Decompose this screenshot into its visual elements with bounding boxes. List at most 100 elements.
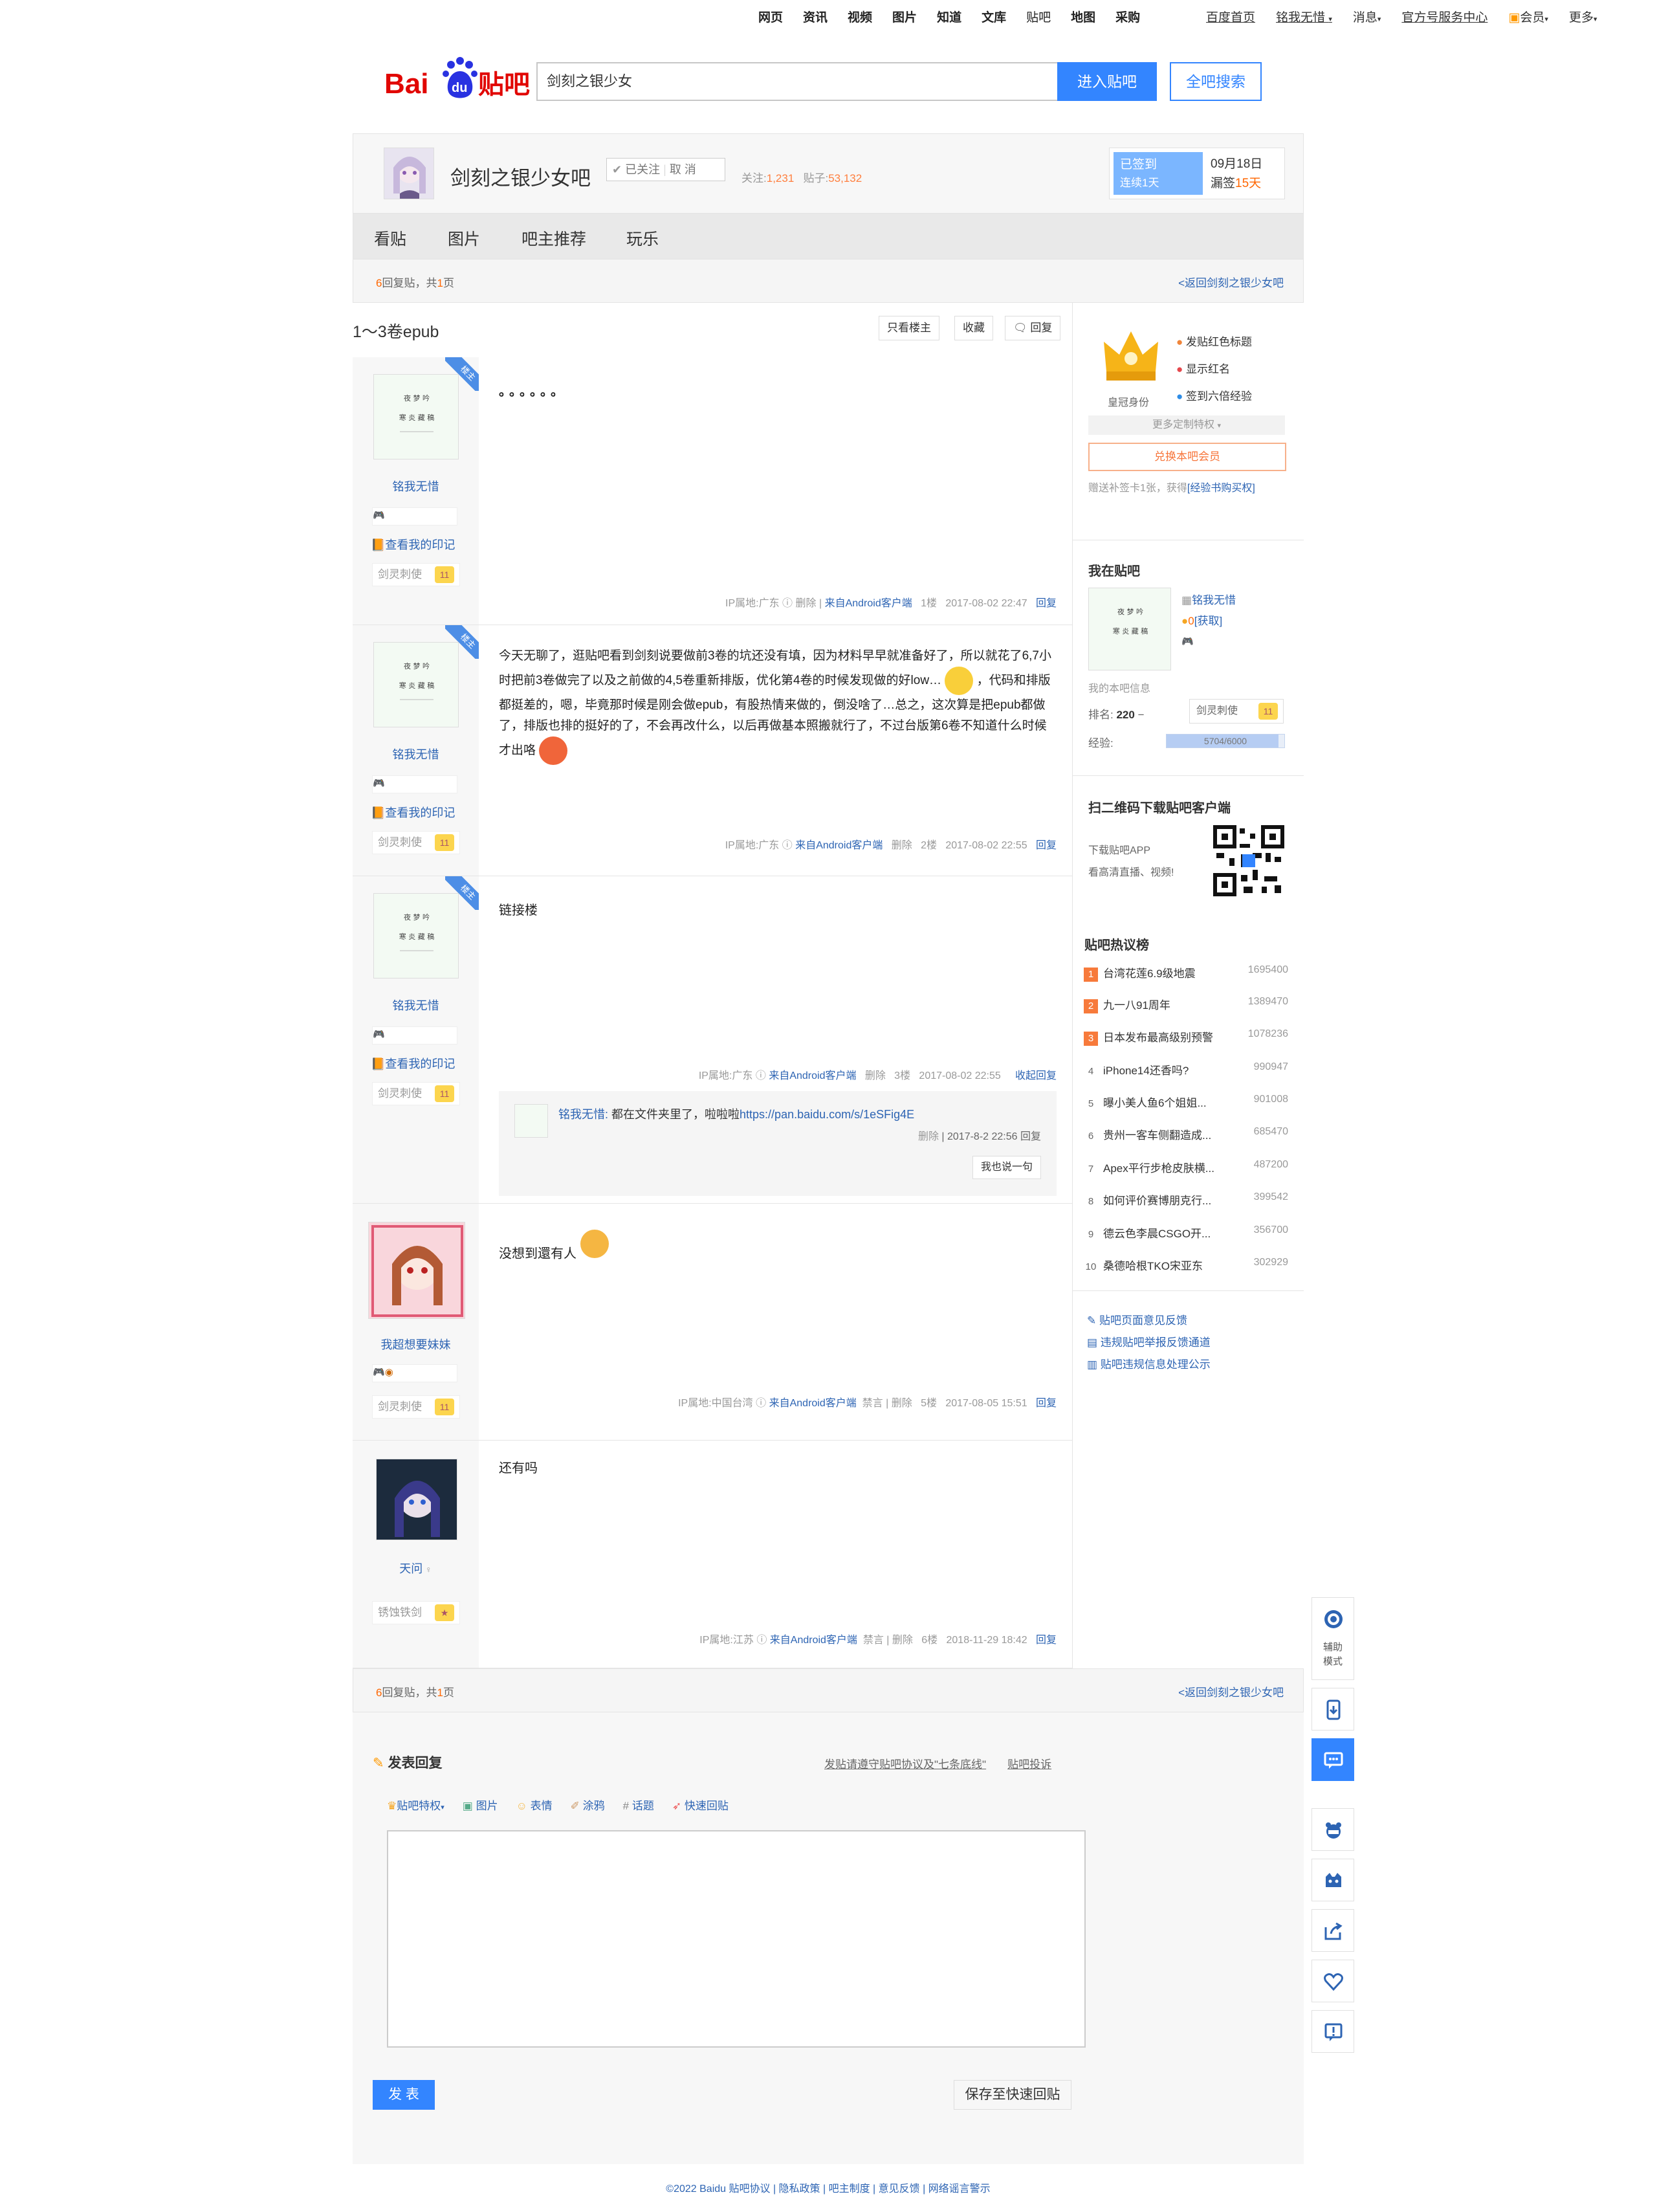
seal-link[interactable]: 📙查看我的印记 xyxy=(371,536,455,553)
nav-link[interactable]: 图片 xyxy=(892,8,917,25)
nav-link[interactable]: 地图 xyxy=(1071,8,1095,25)
feedback-link[interactable]: ✎ 贴吧页面意见反馈 xyxy=(1087,1310,1211,1332)
reply-link[interactable]: 回复 xyxy=(1036,598,1057,609)
avatar[interactable] xyxy=(368,1222,465,1319)
toolbar-privilege[interactable]: ♛贴吧特权▾ xyxy=(387,1797,444,1813)
report-float-button[interactable] xyxy=(1311,2010,1354,2053)
nav-link[interactable]: 资讯 xyxy=(803,8,828,25)
search-input[interactable]: 剑刻之银少女 xyxy=(536,62,1057,101)
delete-link[interactable]: 删除 xyxy=(865,1070,886,1081)
submit-button[interactable]: 发 表 xyxy=(373,2080,435,2110)
nav-link[interactable]: 文库 xyxy=(982,8,1006,25)
username[interactable]: 铭我无惜 xyxy=(353,746,479,762)
collect-button[interactable]: 收藏 xyxy=(954,316,993,340)
level-badge[interactable]: 剑灵刺使 11 xyxy=(372,1082,460,1105)
tab-posts[interactable]: 看贴 xyxy=(374,227,406,250)
toolbar-image[interactable]: ▣ 图片 xyxy=(463,1797,498,1813)
level-badge[interactable]: 剑灵刺使 11 xyxy=(372,831,460,854)
favorite-float-button[interactable] xyxy=(1311,1960,1354,2002)
user-menu[interactable]: 铭我无惜 ▾ xyxy=(1276,8,1332,25)
hot-item[interactable]: 2 九一八91周年 1389470 xyxy=(1084,996,1288,1013)
reply-textarea[interactable] xyxy=(387,1830,1086,2048)
vip-menu[interactable]: ▣会员▾ xyxy=(1508,8,1548,25)
username[interactable]: 我超想要妹妹 xyxy=(353,1336,479,1353)
more-menu[interactable]: 更多▾ xyxy=(1569,8,1597,25)
username[interactable]: 铭我无惜 xyxy=(353,997,479,1013)
avatar[interactable]: 夜 梦 吟寒 炎 藏 稿 xyxy=(373,374,459,459)
hot-item[interactable]: 4 iPhone14还香吗? 990947 xyxy=(1084,1061,1288,1079)
qr-code-icon[interactable] xyxy=(1213,824,1285,897)
my-avatar[interactable]: 夜 梦 吟寒 炎 藏 稿 xyxy=(1088,588,1171,670)
perk-item[interactable]: ● 签到六倍经验 xyxy=(1176,383,1252,410)
mobile-app-button[interactable] xyxy=(1311,1688,1354,1731)
message-menu[interactable]: 消息▾ xyxy=(1353,8,1381,25)
client-source-link[interactable]: 来自Android客户端 xyxy=(770,1635,857,1646)
nav-link[interactable]: 知道 xyxy=(937,8,961,25)
avatar[interactable]: 夜 梦 吟寒 炎 藏 稿 xyxy=(373,893,459,979)
baidu-tieba-logo[interactable]: Bai du 贴吧 xyxy=(384,53,533,102)
only-author-button[interactable]: 只看楼主 xyxy=(879,316,939,340)
client-source-link[interactable]: 来自Android客户端 xyxy=(769,1070,856,1081)
home-link[interactable]: 百度首页 xyxy=(1206,8,1255,25)
toolbar-topic[interactable]: # 话题 xyxy=(623,1797,654,1813)
level-badge[interactable]: 锈蚀铁剑 ★ xyxy=(372,1601,460,1624)
nav-link[interactable]: 贴吧 xyxy=(1026,8,1051,25)
avatar[interactable]: 夜 梦 吟寒 炎 藏 稿 xyxy=(373,642,459,727)
delete-link[interactable]: 删除 xyxy=(796,598,817,609)
seal-link[interactable]: 📙查看我的印记 xyxy=(371,1055,455,1072)
perk-item[interactable]: ● 显示红名 xyxy=(1176,356,1252,383)
hot-item[interactable]: 9 德云色李晨CSGO开... 356700 xyxy=(1084,1224,1288,1242)
add-comment-button[interactable]: 我也说一句 xyxy=(972,1156,1041,1179)
complain-link[interactable]: 贴吧投诉 xyxy=(1007,1758,1051,1771)
hot-item[interactable]: 10 桑德哈根TKO宋亚东 302929 xyxy=(1084,1257,1288,1274)
my-username[interactable]: 铭我无惜 xyxy=(1192,594,1236,606)
my-level-badge[interactable]: 剑灵刺使 11 xyxy=(1189,699,1284,724)
seal-link[interactable]: 📙查看我的印记 xyxy=(371,804,455,821)
follow-toggle[interactable]: ✔ 已关注 | 取 消 xyxy=(606,158,725,181)
delete-link[interactable]: 删除 xyxy=(918,1131,939,1142)
tab-recommend[interactable]: 吧主推荐 xyxy=(521,227,586,250)
sub-reply-avatar[interactable] xyxy=(514,1104,548,1138)
username[interactable]: 天问 ♀ xyxy=(353,1560,479,1576)
ban-link[interactable]: 禁言 xyxy=(862,1398,883,1409)
level-badge[interactable]: 剑灵刺使 11 xyxy=(372,563,460,586)
toolbar-quick-reply[interactable]: ➶ 快速回贴 xyxy=(672,1797,729,1813)
exchange-vip-button[interactable]: 兑换本吧会员 xyxy=(1088,443,1286,471)
forum-avatar[interactable] xyxy=(384,148,434,199)
client-source-link[interactable]: 来自Android客户端 xyxy=(795,840,883,851)
reply-link[interactable]: 回复 xyxy=(1036,840,1057,851)
reply-link[interactable]: 回复 xyxy=(1036,1635,1057,1646)
toolbar-emoji[interactable]: ☺ 表情 xyxy=(516,1797,553,1813)
exp-book-link[interactable]: [经验书购买权] xyxy=(1187,483,1255,494)
nav-link[interactable]: 采购 xyxy=(1115,8,1140,25)
message-float-button[interactable] xyxy=(1311,1738,1354,1781)
enter-forum-button[interactable]: 进入贴吧 xyxy=(1057,62,1157,101)
tab-images[interactable]: 图片 xyxy=(448,227,480,250)
hot-item[interactable]: 6 贵州一客车侧翻造成... 685470 xyxy=(1084,1126,1288,1144)
notice-link[interactable]: ▥ 贴吧违规信息处理公示 xyxy=(1087,1354,1211,1376)
toolbar-doodle[interactable]: ✐ 涂鸦 xyxy=(571,1797,605,1813)
official-link[interactable]: 官方号服务中心 xyxy=(1401,8,1487,25)
nav-link[interactable]: 视频 xyxy=(848,8,872,25)
report-link[interactable]: ▤ 违规贴吧举报反馈通道 xyxy=(1087,1332,1211,1354)
mascot-button[interactable] xyxy=(1311,1808,1354,1851)
hot-item[interactable]: 7 Apex平行步枪皮肤横... 487200 xyxy=(1084,1159,1288,1177)
assist-mode-button[interactable]: 辅助模式 xyxy=(1311,1597,1354,1680)
hot-item[interactable]: 8 如何评价赛博朋克行... 399542 xyxy=(1084,1191,1288,1209)
avatar[interactable] xyxy=(376,1459,457,1540)
client-source-link[interactable]: 来自Android客户端 xyxy=(769,1398,857,1409)
more-perks-button[interactable]: 更多定制特权 ▾ xyxy=(1088,415,1285,435)
delete-link[interactable]: 删除 xyxy=(892,840,912,851)
ban-link[interactable]: 禁言 xyxy=(863,1635,884,1646)
save-quick-reply-button[interactable]: 保存至快速回贴 xyxy=(954,2080,1071,2110)
delete-link[interactable]: 删除 xyxy=(892,1635,913,1646)
delete-link[interactable]: 删除 xyxy=(892,1398,912,1409)
level-badge[interactable]: 剑灵刺使 11 xyxy=(372,1395,460,1419)
search-all-button[interactable]: 全吧搜索 xyxy=(1170,62,1262,101)
sign-in-box[interactable]: 已签到 连续1天 09月18日 漏签15天 xyxy=(1109,148,1285,199)
get-tbean-link[interactable]: [获取] xyxy=(1194,615,1222,627)
collapse-replies-link[interactable]: 收起回复 xyxy=(1015,1070,1057,1081)
hot-item[interactable]: 1 台湾花莲6.9级地震 1695400 xyxy=(1084,964,1288,982)
rule-link[interactable]: 发贴请遵守贴吧协议及"七条底线" xyxy=(824,1758,986,1771)
sub-reply-user[interactable]: 铭我无惜: xyxy=(558,1108,608,1121)
